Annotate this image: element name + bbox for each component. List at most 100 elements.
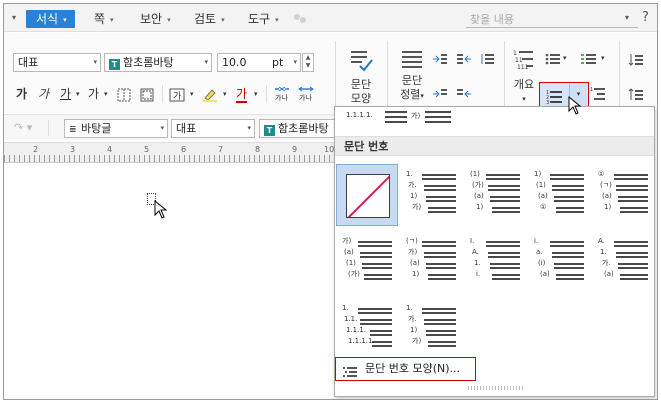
gallery-item[interactable]: I. A. 1. i. — [464, 231, 526, 293]
gallery-item-none[interactable] — [336, 164, 398, 226]
bullet-list-icon[interactable] — [545, 53, 561, 65]
document-editing-area[interactable] — [4, 163, 336, 399]
font-size-input[interactable]: 10.0 pt ▾ — [217, 53, 301, 72]
language-select[interactable]: 대표 ▾ — [171, 119, 255, 138]
line-spacing-icon[interactable] — [479, 53, 495, 65]
gallery-item-label: 가) — [412, 203, 422, 211]
indent-right-icon[interactable] — [456, 53, 472, 65]
numbered-list-settings-icon — [343, 364, 357, 386]
gallery-item[interactable]: 1. 가. 1) 가) — [400, 298, 462, 360]
share-icon — [292, 13, 308, 25]
resize-grip[interactable] — [468, 386, 524, 390]
chevron-down-icon[interactable]: ▾ — [76, 86, 80, 102]
gallery-item-line — [488, 185, 520, 187]
font-size-stepper[interactable]: ▲ ▼ — [302, 53, 314, 72]
gallery-item-line — [426, 330, 456, 332]
chevron-down-icon[interactable]: ▾ — [254, 86, 258, 102]
gallery-item[interactable]: (1) (가) (a) 1) — [464, 164, 526, 226]
border-icon[interactable] — [117, 88, 133, 102]
gallery-item[interactable]: 1. 1.1. 1.1.1. 1.1.1.1. — [336, 298, 398, 360]
char-spacing-decrease-icon[interactable]: 가나 — [272, 85, 292, 102]
picture-bullet-icon[interactable] — [581, 53, 597, 65]
gallery-item-line — [428, 278, 456, 280]
menu-tools[interactable]: 도구 ▾ — [248, 10, 279, 28]
chevron-down-icon[interactable]: ▾ — [104, 86, 108, 102]
chevron-down-icon[interactable]: ▾ — [601, 50, 605, 66]
chevron-down-icon[interactable]: ▾ — [223, 86, 227, 102]
menu-security[interactable]: 보안 ▾ — [140, 10, 171, 28]
gallery-item-line — [422, 245, 456, 247]
gallery-item-label: 1) — [604, 203, 612, 211]
ruler-number: 10 — [324, 145, 335, 154]
paragraph-number-shape-menu-item[interactable]: 문단 번호 모양(N)... — [335, 357, 476, 381]
gallery-item-label: (a) — [604, 270, 614, 278]
ruler-number: 7 — [218, 145, 224, 154]
underline-button[interactable]: 가 — [60, 86, 71, 102]
paragraph-style-select[interactable]: ≣ 바탕글 ▾ — [64, 119, 168, 138]
char-spacing-increase-icon[interactable]: 가나 — [296, 85, 316, 102]
indent-icon[interactable] — [456, 88, 472, 100]
search-dropdown-icon[interactable]: ▾ — [625, 13, 629, 22]
chevron-down-icon[interactable]: ▾ — [190, 86, 194, 102]
gallery-item-line — [616, 189, 648, 191]
indent-left-icon[interactable] — [432, 53, 448, 65]
menu-security-label: 보안 — [140, 12, 163, 26]
gallery-item[interactable]: (ㄱ) 가) (a) 1) — [400, 231, 462, 293]
italic-button[interactable]: 가 — [38, 86, 49, 102]
gallery-item-line — [552, 256, 584, 258]
gallery-item-line — [618, 263, 648, 265]
gallery-item-label: (a) — [410, 259, 420, 267]
menu-page[interactable]: 쪽 ▾ — [94, 10, 114, 28]
paragraph-align-button[interactable]: 문단 정렬▾ — [393, 48, 431, 103]
gallery-item-line — [490, 200, 520, 202]
horizontal-ruler[interactable]: 2 3 4 5 6 7 8 9 10 — [4, 142, 336, 163]
strikethrough-button[interactable]: 가 — [88, 86, 99, 102]
gallery-item-line — [620, 211, 648, 213]
gallery-item[interactable]: ① (ㄱ) (a) 1) — [592, 164, 654, 226]
chevron-down-icon: ▾ — [420, 92, 424, 100]
language-select-value: 대표 — [176, 122, 197, 135]
font-select-2[interactable]: T 함초롬바탕 — [259, 119, 339, 138]
menu-review[interactable]: 검토 ▾ — [194, 10, 225, 28]
outline-button[interactable]: 1 11 111 개요 ▾ — [509, 48, 539, 106]
gallery-item-label: a. — [536, 248, 543, 256]
divider — [387, 41, 388, 111]
shade-icon[interactable] — [140, 88, 156, 102]
divider — [504, 41, 505, 111]
gallery-item-line — [422, 312, 456, 314]
gallery-item-line — [556, 274, 584, 276]
gallery-item-line — [424, 323, 456, 325]
menu-collapse-icon[interactable]: ▾ — [12, 13, 16, 22]
sort-descending-icon[interactable] — [628, 88, 644, 100]
chevron-down-icon[interactable]: ▾ — [563, 50, 567, 66]
gallery-item-label: (1) — [536, 181, 546, 189]
svg-text:가: 가 — [173, 91, 181, 102]
gallery-item-label: 1) — [476, 203, 484, 211]
paragraph-shape-button[interactable]: 문단 모양 — [341, 48, 381, 106]
gallery-item[interactable]: 1) (1) (a) ① — [528, 164, 590, 226]
text-color-button[interactable]: 가 — [236, 86, 248, 103]
redo-icon[interactable]: ↷ ▾ — [14, 121, 32, 134]
gallery-item[interactable]: 1. 가. 1) 가) — [400, 164, 462, 226]
search-input[interactable]: 찾을 내용 — [466, 11, 638, 28]
help-icon[interactable]: ? — [642, 10, 649, 25]
gallery-item[interactable]: A. 1. 가. (a) — [592, 231, 654, 293]
gallery-item-line — [428, 274, 456, 276]
multilevel-list-icon[interactable]: 1 — [590, 86, 608, 100]
gallery-item[interactable]: i. a. (i) (a) — [528, 231, 590, 293]
style-select[interactable]: 대표 ▾ — [13, 53, 101, 72]
bold-button[interactable]: 가 — [16, 86, 27, 102]
font-select[interactable]: T 함초롬바탕 ▾ — [104, 53, 212, 72]
sort-icon[interactable] — [628, 53, 644, 66]
menu-format[interactable]: 서식 ▾ — [26, 10, 75, 28]
highlight-pen-icon[interactable] — [202, 87, 218, 102]
char-border-icon[interactable]: 가 — [169, 88, 185, 102]
outdent-icon[interactable] — [432, 88, 448, 100]
paragraph-align-label-text: 정렬 — [400, 88, 421, 101]
svg-text:1: 1 — [513, 50, 517, 57]
gallery-item-line — [556, 207, 584, 209]
gallery-item-line — [616, 252, 648, 254]
justify-icon — [402, 51, 422, 68]
gallery-item-label: 1. — [406, 304, 413, 312]
gallery-item[interactable]: 가) (a) (1) (가) — [336, 231, 398, 293]
